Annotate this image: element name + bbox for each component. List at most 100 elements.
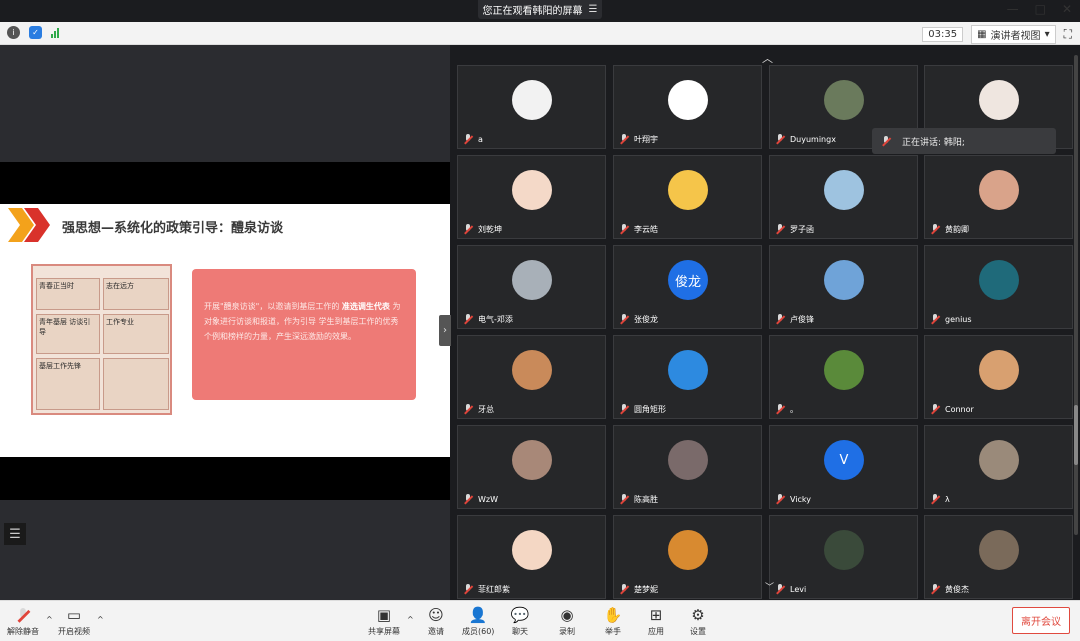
participant-name-tag: genius	[929, 313, 972, 325]
participant-tile[interactable]: 楚梦妮	[613, 515, 762, 599]
participant-name: 圆角矩形	[634, 404, 666, 414]
fullscreen-icon[interactable]: ⛶	[1064, 27, 1072, 42]
participant-tile[interactable]: genius	[924, 245, 1073, 329]
minimize-icon[interactable]: —	[1007, 2, 1019, 16]
participant-name: Vicky	[790, 494, 811, 504]
apps-label: 应用	[648, 627, 664, 636]
mic-muted-icon	[462, 493, 474, 505]
leave-meeting-button[interactable]: 离开会议	[1012, 607, 1070, 634]
avatar	[668, 170, 708, 210]
avatar: V	[824, 440, 864, 480]
mic-muted-icon	[618, 403, 630, 415]
list-icon[interactable]: ☰	[4, 523, 26, 545]
avatar	[979, 260, 1019, 300]
close-icon[interactable]: ✕	[1062, 2, 1072, 16]
participant-tile[interactable]: 刘乾坤	[457, 155, 606, 239]
participant-tile[interactable]: WzW	[457, 425, 606, 509]
view-mode-button[interactable]: ▦ 演讲者视图 ▾	[971, 25, 1056, 44]
chevron-down-icon[interactable]: ﹀	[765, 580, 774, 593]
participant-name: λ	[945, 494, 950, 504]
record-button[interactable]: ◉ 录制	[557, 606, 577, 637]
participant-tile[interactable]: λ	[924, 425, 1073, 509]
mic-muted-icon	[618, 223, 630, 235]
participant-name: WzW	[478, 494, 499, 504]
participant-tile[interactable]: 黄韵卿	[924, 155, 1073, 239]
gallery-scrollbar-thumb[interactable]	[1074, 405, 1078, 465]
share-screen-button[interactable]: ▣ 共享屏幕	[368, 606, 400, 637]
participant-tile[interactable]: a	[457, 65, 606, 149]
hamburger-icon[interactable]: ☰	[589, 4, 598, 15]
participant-name-tag: 黄韵卿	[929, 223, 969, 235]
slide-quote-box: 开展"醴泉访谈"，以邀请到基层工作的 准选调生代表 为对象进行访谈和报道，作为引…	[192, 269, 416, 400]
chat-label: 聊天	[512, 627, 528, 636]
avatar	[824, 530, 864, 570]
participant-tile[interactable]: Levi	[769, 515, 918, 599]
avatar	[979, 440, 1019, 480]
chevron-up-icon[interactable]: ^	[407, 615, 414, 624]
participant-name-tag: 牙总	[462, 403, 494, 415]
participant-name-tag: λ	[929, 493, 950, 505]
chevron-down-icon: ▾	[1044, 29, 1050, 40]
participant-tile[interactable]: 李云皓	[613, 155, 762, 239]
chevron-logo-icon	[8, 208, 50, 242]
info-icon[interactable]: i	[7, 26, 20, 39]
unmute-button[interactable]: 解除静音	[7, 606, 39, 637]
chevron-up-icon[interactable]: ^	[46, 615, 53, 624]
participant-name: Connor	[945, 404, 974, 414]
mic-muted-icon	[929, 403, 941, 415]
participant-name-tag: 罗子函	[774, 223, 814, 235]
invite-button[interactable]: ☺ 邀请	[426, 606, 446, 637]
participant-tile[interactable]: 。	[769, 335, 918, 419]
avatar	[668, 440, 708, 480]
participant-tile[interactable]: 叶翔宇	[613, 65, 762, 149]
signal-icon[interactable]	[51, 27, 59, 38]
participant-tile[interactable]: 卢俊锋	[769, 245, 918, 329]
participant-tile[interactable]: 陈高胜	[613, 425, 762, 509]
participant-name: 陈高胜	[634, 494, 658, 504]
shield-icon[interactable]: ✓	[29, 26, 42, 39]
mic-muted-icon	[929, 583, 941, 595]
participant-tile[interactable]: 电气-邓添	[457, 245, 606, 329]
chevron-up-icon[interactable]: ︿	[762, 50, 773, 66]
participant-tile[interactable]: 黄俊杰	[924, 515, 1073, 599]
participant-tile[interactable]: Connor	[924, 335, 1073, 419]
raise-hand-button[interactable]: ✋ 举手	[603, 606, 623, 637]
participant-name: genius	[945, 314, 972, 324]
participant-name: 卢俊锋	[790, 314, 814, 324]
members-icon: 👤	[468, 606, 488, 624]
participant-tile[interactable]: 罗子函	[769, 155, 918, 239]
chat-button[interactable]: 💬 聊天	[510, 606, 530, 637]
collapse-handle[interactable]: ›	[439, 315, 451, 346]
unmute-label: 解除静音	[7, 627, 39, 636]
participant-name-tag: Vicky	[774, 493, 811, 505]
avatar	[512, 80, 552, 120]
collage-cell: 工作专业	[103, 314, 169, 354]
participant-name: Duyumingx	[790, 134, 836, 144]
members-button[interactable]: 👤 成员(60)	[462, 606, 494, 637]
chevron-up-icon[interactable]: ^	[97, 615, 104, 624]
participant-tile[interactable]: 菲红郎紫	[457, 515, 606, 599]
participant-tile[interactable]: 牙总	[457, 335, 606, 419]
participant-tile[interactable]: 圆角矩形	[613, 335, 762, 419]
mic-muted-icon	[462, 133, 474, 145]
screen-share-banner[interactable]: 您正在观看韩阳的屏幕 ☰	[478, 0, 602, 19]
maximize-icon[interactable]: □	[1035, 2, 1046, 16]
mic-muted-icon	[774, 313, 786, 325]
participant-name-tag: 电气-邓添	[462, 313, 513, 325]
participant-tile[interactable]: 俊龙 张俊龙	[613, 245, 762, 329]
settings-label: 设置	[690, 627, 706, 636]
apps-button[interactable]: ⊞ 应用	[646, 606, 666, 637]
settings-button[interactable]: ⚙ 设置	[688, 606, 708, 637]
avatar	[824, 80, 864, 120]
avatar	[979, 530, 1019, 570]
participant-tile[interactable]: V Vicky	[769, 425, 918, 509]
record-icon: ◉	[560, 606, 574, 624]
raise-hand-label: 举手	[605, 627, 621, 636]
start-video-button[interactable]: ▭ 开启视频	[58, 606, 90, 637]
participant-name: 罗子函	[790, 224, 814, 234]
participant-name-tag: Connor	[929, 403, 974, 415]
speaking-label: 正在讲话: 韩阳;	[902, 137, 965, 148]
avatar	[512, 350, 552, 390]
meeting-window: 您正在观看韩阳的屏幕 ☰ — □ ✕ i ✓ 03:35 ▦ 演讲者视图 ▾ ⛶	[0, 0, 1080, 641]
mic-muted-icon	[618, 133, 630, 145]
